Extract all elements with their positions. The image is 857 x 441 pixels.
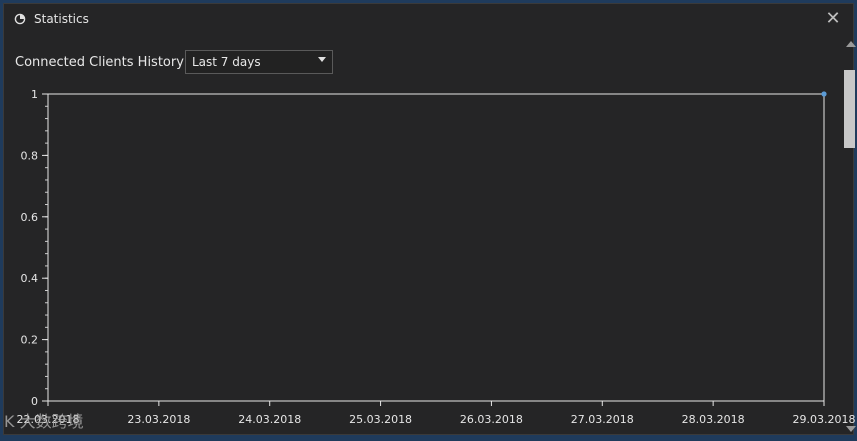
statistics-window: Statistics ✕ Connected Clients History L…: [3, 3, 857, 435]
section-title: Connected Clients History: [15, 55, 184, 70]
time-range-dropdown[interactable]: Last 7 days: [185, 50, 333, 74]
close-button[interactable]: ✕: [823, 9, 843, 29]
title-bar: Statistics ✕: [4, 4, 853, 34]
close-icon: ✕: [825, 8, 841, 29]
vertical-scrollbar[interactable]: [843, 38, 857, 435]
chevron-down-icon: [318, 57, 326, 62]
scroll-down-arrow-icon[interactable]: [846, 426, 856, 432]
time-range-value: Last 7 days: [192, 55, 261, 69]
scroll-up-arrow-icon[interactable]: [846, 41, 856, 47]
pie-chart-icon: [14, 13, 26, 25]
window-title: Statistics: [34, 12, 89, 26]
scrollbar-thumb[interactable]: [844, 70, 855, 148]
watermark: K 大数跨境: [4, 412, 84, 431]
